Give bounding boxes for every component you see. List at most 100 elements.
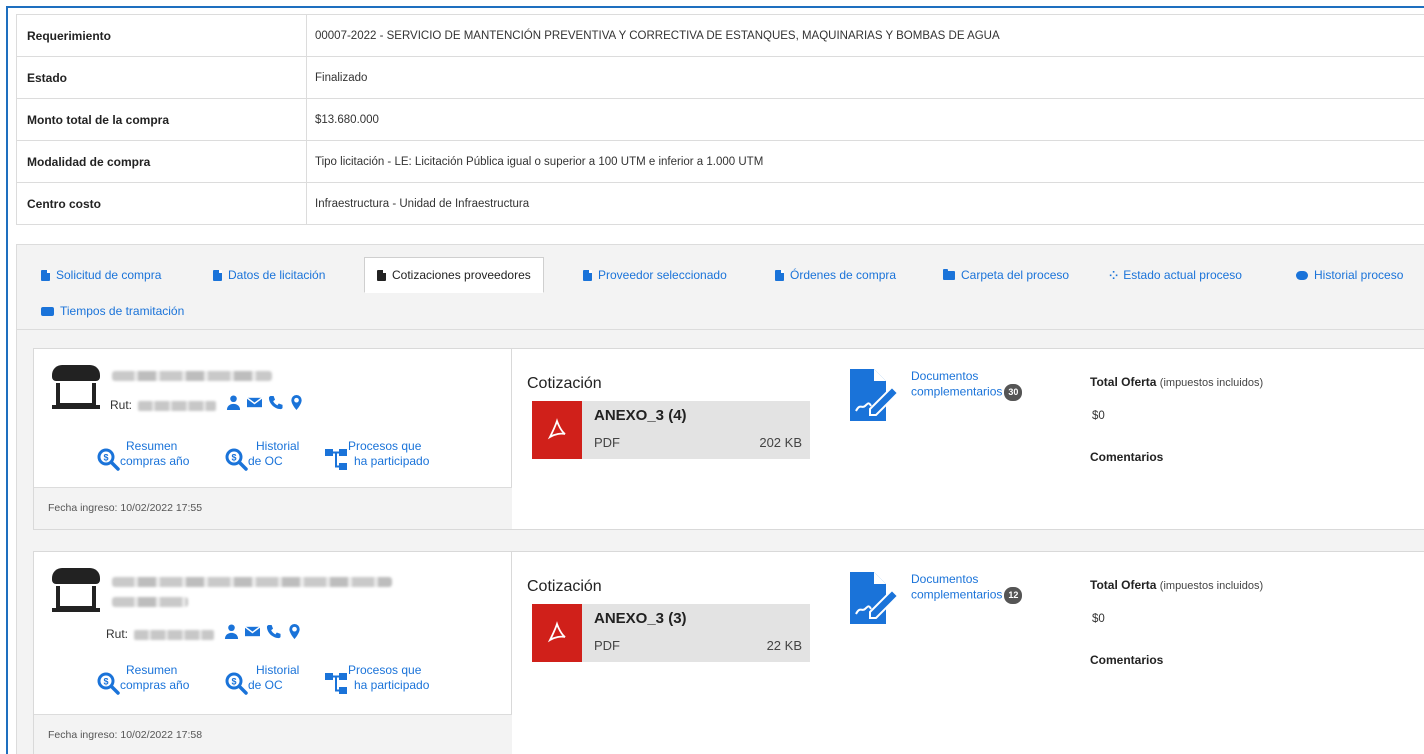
tab-label: Órdenes de compra xyxy=(790,268,897,282)
tab-solicitud-compra[interactable]: Solicitud de compra xyxy=(41,258,161,292)
document-icon xyxy=(583,269,592,281)
tab-label: Estado actual proceso xyxy=(1123,268,1242,282)
tab-cotizaciones-proveedores[interactable]: Cotizaciones proveedores xyxy=(364,257,544,293)
total-value: $0 xyxy=(1092,613,1105,625)
supplier-name-redacted xyxy=(112,577,392,587)
total-value: $0 xyxy=(1092,410,1105,422)
search-dollar-icon: $ xyxy=(96,447,120,471)
cotizacion-title: Cotización xyxy=(527,578,602,595)
map-marker-icon[interactable] xyxy=(287,624,302,639)
document-icon xyxy=(377,269,386,281)
svg-text:$: $ xyxy=(231,677,236,687)
search-dollar-icon: $ xyxy=(224,447,248,471)
info-label: Estado xyxy=(16,56,307,99)
supplier-info: Rut: $ Resumen compras año $ Historial de … xyxy=(34,552,512,754)
phone-icon[interactable] xyxy=(268,395,283,410)
resumen-compras-link[interactable]: $ Resumen compras año xyxy=(96,663,190,695)
store-icon xyxy=(52,365,100,409)
documentos-complementarios-link[interactable]: Documentos complementarios 12 xyxy=(911,572,1023,604)
rut-redacted xyxy=(134,630,214,640)
info-label: Modalidad de compra xyxy=(16,140,307,183)
supplier-card: Rut: $ Resumen compras año $ Historial de … xyxy=(33,348,1424,530)
info-row: Requerimiento 00007-2022 - SERVICIO DE M… xyxy=(16,14,1424,57)
procesos-participado-link[interactable]: Procesos que ha participado xyxy=(324,663,430,694)
info-row: Modalidad de compra Tipo licitación - LE… xyxy=(16,140,1424,183)
phone-icon[interactable] xyxy=(266,624,281,639)
info-label: Monto total de la compra xyxy=(16,98,307,141)
supplier-name-redacted xyxy=(112,597,188,607)
pdf-file[interactable]: ANEXO_3 (4) PDF 202 KB xyxy=(532,401,810,459)
project-diagram-icon: ⁘ xyxy=(1109,269,1118,282)
info-row: Estado Finalizado xyxy=(16,56,1424,99)
link-text: Resumen xyxy=(126,663,178,677)
tab-tiempos-tramitacion[interactable]: Tiempos de tramitación xyxy=(41,294,184,328)
info-value: Tipo licitación - LE: Licitación Pública… xyxy=(306,140,1424,183)
link-text: ha participado xyxy=(354,454,430,468)
info-row: Centro costo Infraestructura - Unidad de… xyxy=(16,182,1424,225)
tab-datos-licitacion[interactable]: Datos de licitación xyxy=(213,258,325,292)
pdf-icon xyxy=(532,401,582,459)
svg-text:$: $ xyxy=(231,453,236,463)
map-marker-icon[interactable] xyxy=(289,395,304,410)
tab-proveedor-seleccionado[interactable]: Proveedor seleccionado xyxy=(583,258,727,292)
contact-icons xyxy=(226,395,304,410)
pdf-icon xyxy=(532,604,582,662)
file-type: PDF xyxy=(594,638,620,653)
link-text: Historial xyxy=(256,663,300,677)
file-type: PDF xyxy=(594,435,620,450)
procesos-participado-link[interactable]: Procesos que ha participado xyxy=(324,439,430,470)
total-label: Total Oferta xyxy=(1090,578,1157,592)
historial-oc-link[interactable]: $ Historial de OC xyxy=(224,439,300,471)
user-tie-icon[interactable] xyxy=(224,624,239,639)
info-value: Finalizado xyxy=(306,56,1424,99)
contact-icons xyxy=(224,624,302,639)
link-text: ha participado xyxy=(354,678,430,692)
docs-text: complementarios xyxy=(911,384,1003,399)
info-value: 00007-2022 - SERVICIO DE MANTENCIÓN PREV… xyxy=(306,14,1424,57)
supplier-name-redacted xyxy=(112,371,272,381)
page-frame: Requerimiento 00007-2022 - SERVICIO DE M… xyxy=(6,6,1424,754)
info-label: Requerimiento xyxy=(16,14,307,57)
user-tie-icon[interactable] xyxy=(226,395,241,410)
file-signature-icon xyxy=(848,570,900,624)
file-signature-icon xyxy=(848,367,900,421)
docs-text: Documentos xyxy=(911,572,979,586)
tab-carpeta-proceso[interactable]: Carpeta del proceso xyxy=(943,258,1069,292)
resumen-compras-link[interactable]: $ Resumen compras año xyxy=(96,439,189,471)
link-text: Procesos que xyxy=(348,663,422,677)
document-icon xyxy=(213,269,222,281)
tab-ordenes-compra[interactable]: Órdenes de compra xyxy=(775,258,896,292)
link-text: compras año xyxy=(120,678,190,692)
tab-historial-proceso[interactable]: Historial proceso xyxy=(1296,258,1403,292)
pdf-file[interactable]: ANEXO_3 (3) PDF 22 KB xyxy=(532,604,810,662)
svg-text:$: $ xyxy=(103,677,108,687)
sitemap-icon xyxy=(324,447,347,470)
documentos-complementarios-link[interactable]: Documentos complementarios 30 xyxy=(911,369,1023,401)
link-text: Historial xyxy=(256,439,300,453)
tab-label: Datos de licitación xyxy=(228,268,326,282)
link-text: Resumen xyxy=(126,439,178,453)
historial-oc-link[interactable]: $ Historial de OC xyxy=(224,663,300,695)
tab-label: Historial proceso xyxy=(1314,268,1404,282)
rut-label: Rut: xyxy=(110,398,133,412)
search-dollar-icon: $ xyxy=(96,671,120,695)
tab-label: Cotizaciones proveedores xyxy=(392,268,531,282)
file-name: ANEXO_3 (3) xyxy=(594,610,687,627)
folder-icon xyxy=(943,268,955,280)
comments-icon xyxy=(1296,270,1308,280)
total-label: Total Oferta xyxy=(1090,375,1157,389)
envelope-icon[interactable] xyxy=(244,624,261,639)
comentarios-label: Comentarios xyxy=(1090,653,1164,667)
cotizacion-title: Cotización xyxy=(527,375,602,392)
info-row: Monto total de la compra $13.680.000 xyxy=(16,98,1424,141)
truck-icon xyxy=(41,306,54,316)
envelope-icon[interactable] xyxy=(246,395,263,410)
docs-text: complementarios xyxy=(911,587,1003,602)
tab-estado-actual-proceso[interactable]: ⁘ Estado actual proceso xyxy=(1109,258,1242,292)
file-size: 202 KB xyxy=(759,435,802,450)
tab-bar: Solicitud de compra Datos de licitación … xyxy=(17,245,1424,330)
link-text: de OC xyxy=(248,678,283,692)
tab-label: Solicitud de compra xyxy=(56,268,162,282)
tab-label: Tiempos de tramitación xyxy=(60,304,185,318)
link-text: Procesos que xyxy=(348,439,422,453)
